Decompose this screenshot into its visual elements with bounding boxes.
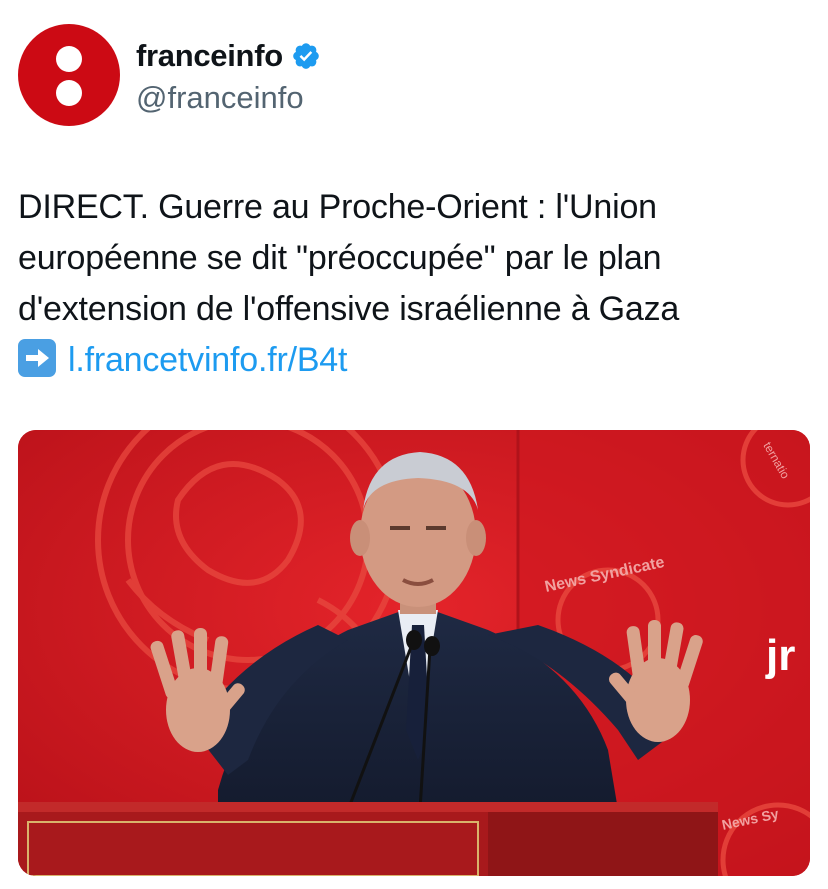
tweet-text-line-2: européenne se dit "préoccupée" par le pl… bbox=[18, 239, 662, 277]
avatar-dot-bottom bbox=[56, 80, 82, 106]
account-names: franceinfo @franceinfo bbox=[136, 38, 321, 116]
avatar[interactable] bbox=[18, 24, 120, 126]
tweet-text-line-3: d'extension de l'offensive israélienne à… bbox=[18, 290, 680, 328]
account-handle[interactable]: @franceinfo bbox=[136, 80, 321, 116]
display-name-row: franceinfo bbox=[136, 38, 321, 74]
tweet-text-line-1: DIRECT. Guerre au Proche-Orient : l'Unio… bbox=[18, 188, 657, 226]
avatar-dot-top bbox=[56, 46, 82, 72]
display-name[interactable]: franceinfo bbox=[136, 38, 283, 74]
tweet-media-photo[interactable]: News Syndicate News Sy ternatio jr bbox=[18, 430, 810, 876]
tweet-header: franceinfo @franceinfo bbox=[18, 24, 810, 128]
right-arrow-emoji-icon bbox=[18, 339, 56, 377]
tweet-link-line: l.francetvinfo.fr/B4t bbox=[18, 335, 808, 386]
verified-badge-icon bbox=[293, 43, 319, 69]
podium bbox=[18, 802, 718, 876]
speaker-photo: News Syndicate News Sy ternatio jr bbox=[18, 430, 810, 876]
tweet-text: DIRECT. Guerre au Proche-Orient : l'Unio… bbox=[18, 182, 808, 386]
tweet-link[interactable]: l.francetvinfo.fr/B4t bbox=[68, 341, 347, 379]
logo-fragment: jr bbox=[765, 631, 795, 680]
